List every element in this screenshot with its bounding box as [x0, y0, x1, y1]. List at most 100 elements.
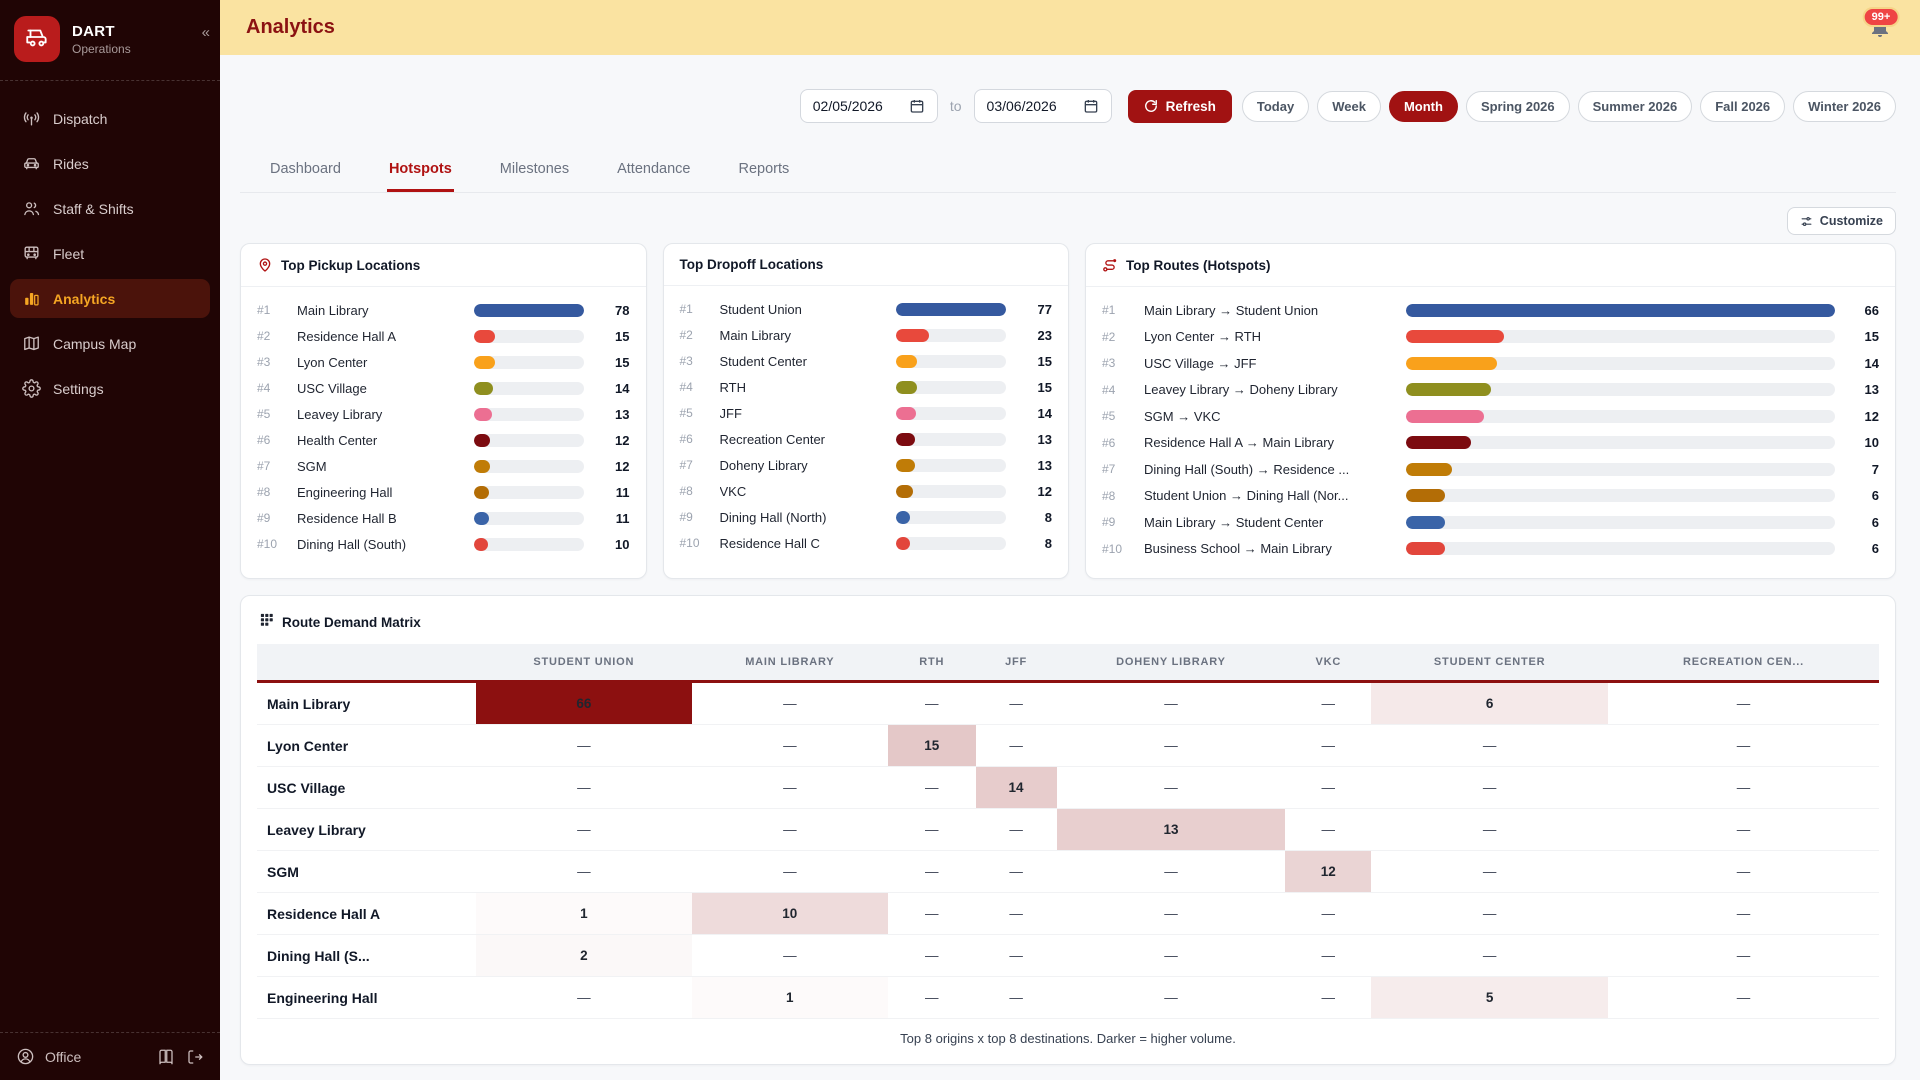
fleet-icon	[22, 244, 41, 263]
notifications-bell-icon[interactable]: 99+	[1868, 15, 1894, 41]
tab-dashboard[interactable]: Dashboard	[268, 153, 343, 192]
rank-label: SGM → VKC	[1144, 409, 1396, 424]
matrix-cell: —	[888, 767, 976, 809]
sidebar-item-dispatch[interactable]: Dispatch	[10, 99, 210, 138]
logout-icon[interactable]	[185, 1047, 204, 1066]
matrix-cell: —	[1371, 851, 1608, 893]
refresh-button[interactable]: Refresh	[1128, 90, 1232, 123]
rank-row: #10Business School → Main Library6	[1102, 536, 1879, 563]
date-from-input[interactable]: 02/05/2026	[800, 89, 938, 123]
matrix-cell: 10	[692, 893, 888, 935]
brand: DART Operations «	[0, 0, 220, 76]
tab-milestones[interactable]: Milestones	[498, 153, 571, 192]
matrix-cell: —	[476, 809, 692, 851]
bar-track	[474, 460, 584, 473]
sidebar-item-staff-shifts[interactable]: Staff & Shifts	[10, 189, 210, 228]
matrix-cell: —	[1057, 935, 1286, 977]
rank-number: #6	[1102, 436, 1134, 450]
matrix-cell: —	[1057, 725, 1286, 767]
bar-fill	[896, 407, 916, 420]
matrix-cell: 1	[476, 893, 692, 935]
range-pill-spring-2026[interactable]: Spring 2026	[1466, 91, 1570, 122]
range-pill-today[interactable]: Today	[1242, 91, 1309, 122]
rank-row: #4RTH15	[680, 374, 1053, 400]
bar-track	[1406, 304, 1835, 317]
matrix-cell-value: 6	[1371, 683, 1608, 724]
sidebar-collapse-button[interactable]: «	[202, 24, 210, 41]
rank-label: Lyon Center	[297, 355, 464, 370]
sidebar-item-label: Campus Map	[53, 336, 136, 352]
matrix-cell-value: 66	[476, 683, 692, 724]
rank-value: 12	[594, 433, 630, 448]
matrix-column-header: DOHENY LIBRARY	[1057, 644, 1286, 682]
range-pill-winter-2026[interactable]: Winter 2026	[1793, 91, 1896, 122]
rank-number: #10	[257, 537, 287, 551]
bar-track	[1406, 410, 1835, 423]
rank-row: #7Dining Hall (South) → Residence ...7	[1102, 456, 1879, 483]
matrix-cell: 66	[476, 682, 692, 725]
main-area: Analytics 99+ 02/05/2026 to 03/06/2026	[220, 0, 1920, 1080]
matrix-cell-value: 1	[476, 893, 692, 934]
matrix-cell: —	[692, 767, 888, 809]
matrix-cell: —	[692, 935, 888, 977]
matrix-cell: —	[1285, 809, 1371, 851]
matrix-cell-value: 10	[692, 893, 888, 934]
sidebar-item-analytics[interactable]: Analytics	[10, 279, 210, 318]
matrix-cell-value: 1	[692, 977, 888, 1018]
matrix-cell: —	[1608, 851, 1879, 893]
matrix-cell: —	[888, 893, 976, 935]
sidebar-item-fleet[interactable]: Fleet	[10, 234, 210, 273]
matrix-cell: —	[1608, 893, 1879, 935]
rank-row: #9Dining Hall (North)8	[680, 504, 1053, 530]
rank-value: 10	[594, 537, 630, 552]
rank-value: 6	[1845, 488, 1879, 503]
matrix-cell: —	[1371, 767, 1608, 809]
route-demand-matrix: STUDENT UNIONMAIN LIBRARYRTHJFFDOHENY LI…	[257, 644, 1879, 1019]
tab-reports[interactable]: Reports	[736, 153, 791, 192]
rank-row: #9Main Library → Student Center6	[1102, 509, 1879, 536]
matrix-row-header: Engineering Hall	[257, 977, 476, 1019]
brand-title: DART	[72, 23, 131, 40]
docs-book-icon[interactable]	[156, 1047, 175, 1066]
customize-label: Customize	[1820, 214, 1883, 228]
tab-hotspots[interactable]: Hotspots	[387, 153, 454, 192]
filter-controls: 02/05/2026 to 03/06/2026 Refresh TodayWe…	[240, 89, 1896, 123]
calendar-icon	[909, 98, 925, 114]
matrix-row: Lyon Center——15—————	[257, 725, 1879, 767]
range-pill-month[interactable]: Month	[1389, 91, 1458, 122]
sidebar-item-campus-map[interactable]: Campus Map	[10, 324, 210, 363]
rank-value: 12	[594, 459, 630, 474]
rank-row: #1Main Library → Student Union66	[1102, 297, 1879, 324]
customize-button[interactable]: Customize	[1787, 207, 1896, 235]
matrix-row: SGM—————12——	[257, 851, 1879, 893]
bar-fill	[1406, 542, 1445, 555]
bar-track	[896, 459, 1006, 472]
tab-attendance[interactable]: Attendance	[615, 153, 692, 192]
matrix-cell: —	[976, 977, 1057, 1019]
bar-track	[474, 304, 584, 317]
matrix-cell: —	[476, 851, 692, 893]
sidebar-item-label: Analytics	[53, 291, 115, 307]
matrix-cell: —	[692, 851, 888, 893]
rank-label: Doheny Library	[720, 458, 887, 473]
golf-cart-icon	[24, 24, 50, 55]
range-pill-summer-2026[interactable]: Summer 2026	[1578, 91, 1693, 122]
sidebar-item-rides[interactable]: Rides	[10, 144, 210, 183]
matrix-cell: —	[976, 682, 1057, 725]
date-to-input[interactable]: 03/06/2026	[974, 89, 1112, 123]
bar-track	[474, 382, 584, 395]
rank-label: Leavey Library	[297, 407, 464, 422]
range-pill-fall-2026[interactable]: Fall 2026	[1700, 91, 1785, 122]
sidebar-item-settings[interactable]: Settings	[10, 369, 210, 408]
matrix-title: Route Demand Matrix	[282, 615, 421, 630]
range-pill-week[interactable]: Week	[1317, 91, 1381, 122]
rank-row: #3USC Village → JFF14	[1102, 350, 1879, 377]
rank-value: 6	[1845, 515, 1879, 530]
matrix-row-header: USC Village	[257, 767, 476, 809]
rank-label: Dining Hall (South)	[297, 537, 464, 552]
refresh-label: Refresh	[1166, 99, 1216, 114]
sidebar-item-label: Staff & Shifts	[53, 201, 134, 217]
bar-fill	[474, 330, 495, 343]
rank-row: #5Leavey Library13	[257, 401, 630, 427]
dropoff-rank-list: #1Student Union77#2Main Library23#3Stude…	[664, 286, 1069, 572]
